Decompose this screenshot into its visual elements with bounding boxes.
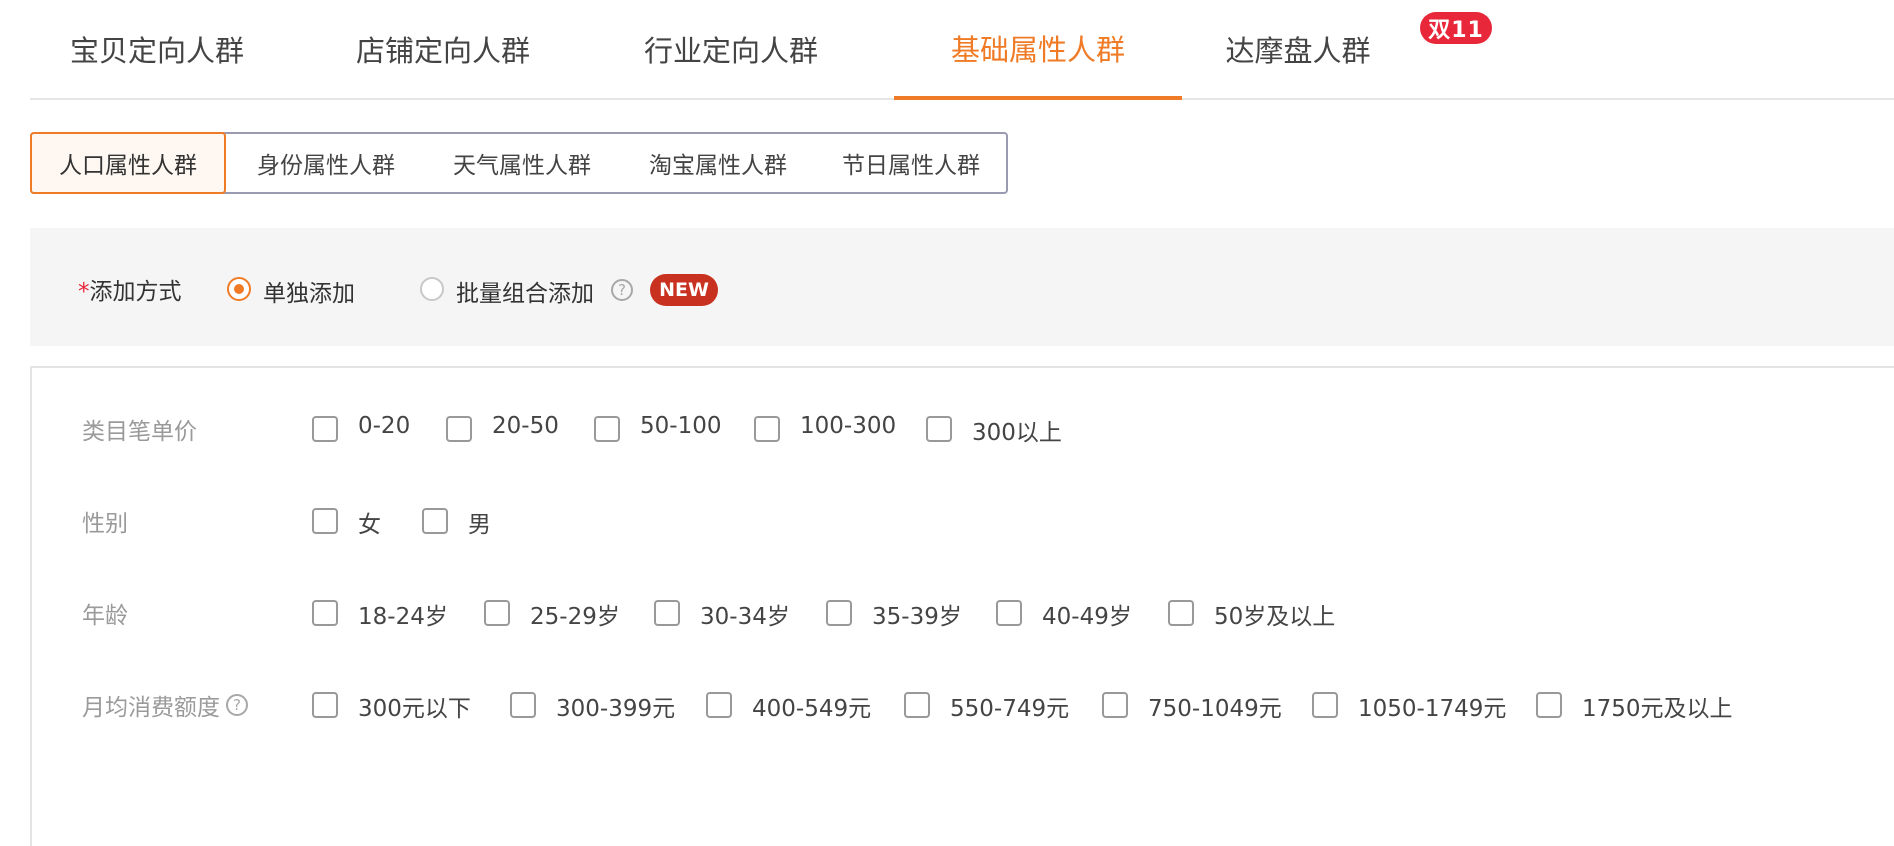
spend-help-icon[interactable]: ?	[226, 694, 248, 716]
radio-batch-add[interactable]	[420, 277, 444, 301]
tab-damopan[interactable]: 达摩盘人群	[1198, 0, 1398, 98]
price-option-label[interactable]: 0-20	[358, 413, 410, 439]
spend-checkbox-1750-plus[interactable]	[1536, 692, 1562, 718]
price-row-label: 类目笔单价	[82, 419, 197, 445]
tab-industry-targeting[interactable]: 行业定向人群	[624, 0, 838, 98]
add-method-bar: *添加方式 单独添加 批量组合添加 ? NEW	[30, 228, 1894, 346]
spend-option-label[interactable]: 300-399元	[556, 689, 675, 723]
subtab-taobao[interactable]: 淘宝属性人群	[620, 134, 816, 192]
gender-option-label[interactable]: 女	[358, 505, 381, 539]
add-method-label-text: 添加方式	[89, 279, 182, 305]
spend-option-label[interactable]: 400-549元	[752, 689, 871, 723]
price-option-label[interactable]: 20-50	[492, 413, 559, 439]
gender-row-label: 性别	[82, 511, 128, 537]
price-checkbox-100-300[interactable]	[754, 416, 780, 442]
gender-option-label[interactable]: 男	[468, 505, 491, 539]
spend-checkbox-400-549[interactable]	[706, 692, 732, 718]
spend-checkbox-under-300[interactable]	[312, 692, 338, 718]
age-option-label[interactable]: 25-29岁	[530, 597, 620, 631]
add-method-label: *添加方式	[78, 272, 182, 306]
price-checkbox-50-100[interactable]	[594, 416, 620, 442]
spend-option-label[interactable]: 1750元及以上	[1582, 689, 1733, 723]
tab-shop-targeting[interactable]: 店铺定向人群	[336, 0, 550, 98]
price-checkbox-0-20[interactable]	[312, 416, 338, 442]
spend-checkbox-1050-1749[interactable]	[1312, 692, 1338, 718]
tab-basic-attributes[interactable]: 基础属性人群	[894, 0, 1182, 100]
top-tab-bar: 宝贝定向人群 店铺定向人群 行业定向人群 基础属性人群 达摩盘人群 双11	[30, 0, 1894, 100]
subtab-holiday[interactable]: 节日属性人群	[816, 134, 1006, 192]
price-checkbox-300-plus[interactable]	[926, 416, 952, 442]
age-checkbox-25-29[interactable]	[484, 600, 510, 626]
age-checkbox-40-49[interactable]	[996, 600, 1022, 626]
age-option-label[interactable]: 40-49岁	[1042, 597, 1132, 631]
spend-row-label: 月均消费额度	[82, 695, 220, 721]
age-option-label[interactable]: 18-24岁	[358, 597, 448, 631]
spend-option-label[interactable]: 750-1049元	[1148, 689, 1282, 723]
price-checkbox-20-50[interactable]	[446, 416, 472, 442]
subtab-weather[interactable]: 天气属性人群	[424, 134, 620, 192]
tab-baobei-targeting[interactable]: 宝贝定向人群	[50, 0, 264, 98]
spend-checkbox-750-1049[interactable]	[1102, 692, 1128, 718]
filter-panel: 类目笔单价 0-20 20-50 50-100 100-300 300以上 性别…	[30, 366, 1894, 846]
spend-checkbox-550-749[interactable]	[904, 692, 930, 718]
gender-checkbox-male[interactable]	[422, 508, 448, 534]
gender-checkbox-female[interactable]	[312, 508, 338, 534]
age-option-label[interactable]: 30-34岁	[700, 597, 790, 631]
price-option-label[interactable]: 300以上	[972, 413, 1062, 447]
age-checkbox-50-plus[interactable]	[1168, 600, 1194, 626]
double-11-badge: 双11	[1420, 12, 1492, 44]
age-checkbox-30-34[interactable]	[654, 600, 680, 626]
subtab-identity[interactable]: 身份属性人群	[228, 134, 424, 192]
spend-option-label[interactable]: 1050-1749元	[1358, 689, 1506, 723]
age-row-label: 年龄	[82, 603, 128, 629]
spend-option-label[interactable]: 300元以下	[358, 689, 471, 723]
price-option-label[interactable]: 100-300	[800, 413, 896, 439]
radio-single-add[interactable]	[227, 277, 251, 301]
sub-tab-bar: 人口属性人群 身份属性人群 天气属性人群 淘宝属性人群 节日属性人群	[30, 132, 1008, 194]
subtab-demographic[interactable]: 人口属性人群	[30, 132, 226, 194]
age-checkbox-35-39[interactable]	[826, 600, 852, 626]
required-mark: *	[78, 279, 90, 305]
age-option-label[interactable]: 35-39岁	[872, 597, 962, 631]
age-checkbox-18-24[interactable]	[312, 600, 338, 626]
price-option-label[interactable]: 50-100	[640, 413, 721, 439]
spend-checkbox-300-399[interactable]	[510, 692, 536, 718]
age-option-label[interactable]: 50岁及以上	[1214, 597, 1335, 631]
radio-batch-add-label[interactable]: 批量组合添加	[456, 274, 594, 308]
help-icon[interactable]: ?	[611, 279, 633, 301]
new-badge: NEW	[650, 274, 718, 306]
radio-single-add-label[interactable]: 单独添加	[263, 274, 355, 308]
spend-option-label[interactable]: 550-749元	[950, 689, 1069, 723]
